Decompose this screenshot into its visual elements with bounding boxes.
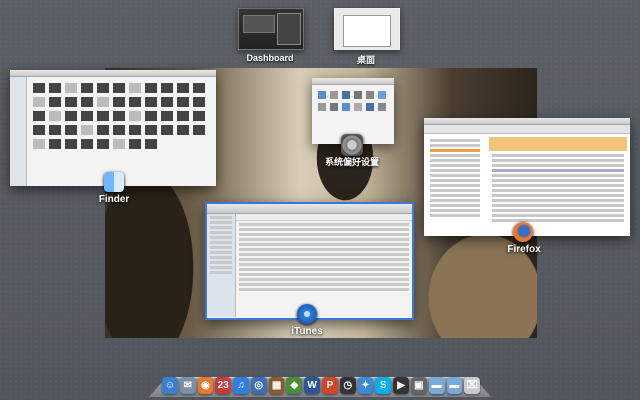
space-dashboard-label: Dashboard <box>246 53 294 63</box>
system-preferences-label: 系统偏好设置 <box>324 157 379 167</box>
dock-itunes-icon[interactable]: ♫ <box>233 377 249 394</box>
space-desktop-label: 桌面 <box>356 55 375 65</box>
firefox-label: Firefox <box>507 244 541 255</box>
system-preferences-icon[interactable] <box>341 134 363 156</box>
dock: ☺ ✉ ◉ 23 ♫ ◎ ▦ ◆ W P ◷ ✦ S ▶ ▣ ▬ ▬ ⌧ <box>162 374 481 394</box>
dock-network-icon[interactable]: ◎ <box>250 377 267 394</box>
finder-sidebar <box>10 77 27 186</box>
dock-folder-icon[interactable]: ▬ <box>428 377 445 394</box>
dock-media-icon[interactable]: ▶ <box>393 377 409 394</box>
dock-apps-icon[interactable]: ▣ <box>410 377 427 394</box>
dock-maps-icon[interactable]: ◆ <box>286 377 303 394</box>
dock-photo-icon[interactable]: ▦ <box>268 377 285 394</box>
itunes-icon[interactable] <box>297 304 317 324</box>
dock-trash-icon[interactable]: ⌧ <box>464 377 481 394</box>
space-dashboard-thumbnail[interactable] <box>238 8 304 50</box>
firefox-icon[interactable] <box>513 222 533 242</box>
dock-qq-icon[interactable]: ✦ <box>357 377 374 394</box>
dock-firefox-icon[interactable]: ◉ <box>197 377 214 394</box>
dock-mail-icon[interactable]: ✉ <box>179 377 196 394</box>
itunes-window[interactable] <box>205 202 414 320</box>
firefox-window[interactable] <box>424 118 630 236</box>
dock-skype-icon[interactable]: S <box>375 377 392 394</box>
dock-word-icon[interactable]: W <box>304 377 321 394</box>
dock-powerpoint-icon[interactable]: P <box>322 377 338 394</box>
dock-finder-icon[interactable]: ☺ <box>162 377 178 394</box>
itunes-label: iTunes <box>291 326 323 337</box>
dock-downloads-icon[interactable]: ▬ <box>446 377 463 394</box>
dock-clock-icon[interactable]: ◷ <box>339 377 356 394</box>
finder-icon[interactable] <box>104 172 124 192</box>
finder-window[interactable] <box>10 70 216 186</box>
space-desktop-thumbnail[interactable] <box>334 8 400 50</box>
dock-calendar-icon[interactable]: 23 <box>215 377 232 394</box>
finder-label: Finder <box>98 194 130 205</box>
finder-icon-grid <box>27 77 216 186</box>
